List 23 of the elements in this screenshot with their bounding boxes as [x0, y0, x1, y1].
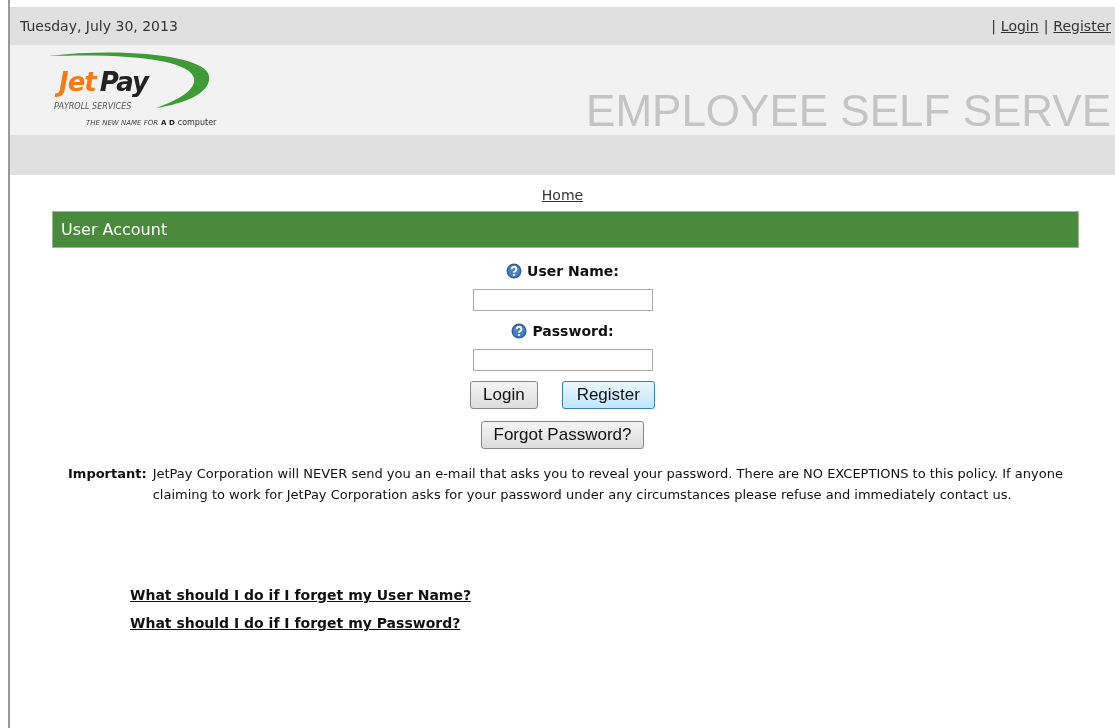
- help-link[interactable]: What should I do if I forget my User Name?: [130, 587, 472, 603]
- logo-text: JetPay: [52, 64, 157, 100]
- logo-tagline: computer: [177, 118, 217, 127]
- panel-header: User Account: [52, 211, 1079, 248]
- notice-text: JetPay Corporation will NEVER send you an e-mail that asks you to reveal your password. There are NO EXCEPTIONS to this policy. If anyone claiming to work for JetPay Corporation asks for your password under any circumstances please refuse and immediately contact us.: [152, 465, 1064, 504]
- login-button[interactable]: Login: [470, 381, 538, 409]
- register-button[interactable]: Register: [561, 381, 655, 409]
- logo-subtitle: PAYROLL SERVICES: [54, 102, 132, 111]
- input-field[interactable]: [472, 349, 653, 371]
- forgot-password-button[interactable]: Forgot Password?: [480, 421, 645, 449]
- separator-text: |: [1043, 18, 1049, 34]
- login-link[interactable]: Login: [1000, 18, 1039, 34]
- register-link[interactable]: Register: [1053, 18, 1111, 34]
- notice-label: Important:: [68, 465, 147, 483]
- separator-text: |: [991, 18, 996, 34]
- help-link[interactable]: What should I do if I forget my Password?: [130, 615, 461, 631]
- field-label: Password:: [532, 323, 614, 339]
- input-field[interactable]: [472, 289, 653, 311]
- help-icon[interactable]: [506, 263, 523, 279]
- field-label: User Name:: [527, 263, 619, 279]
- home-link[interactable]: Home: [541, 187, 584, 203]
- help-icon[interactable]: [511, 323, 528, 339]
- date-text: Tuesday, July 30, 2013: [20, 18, 178, 34]
